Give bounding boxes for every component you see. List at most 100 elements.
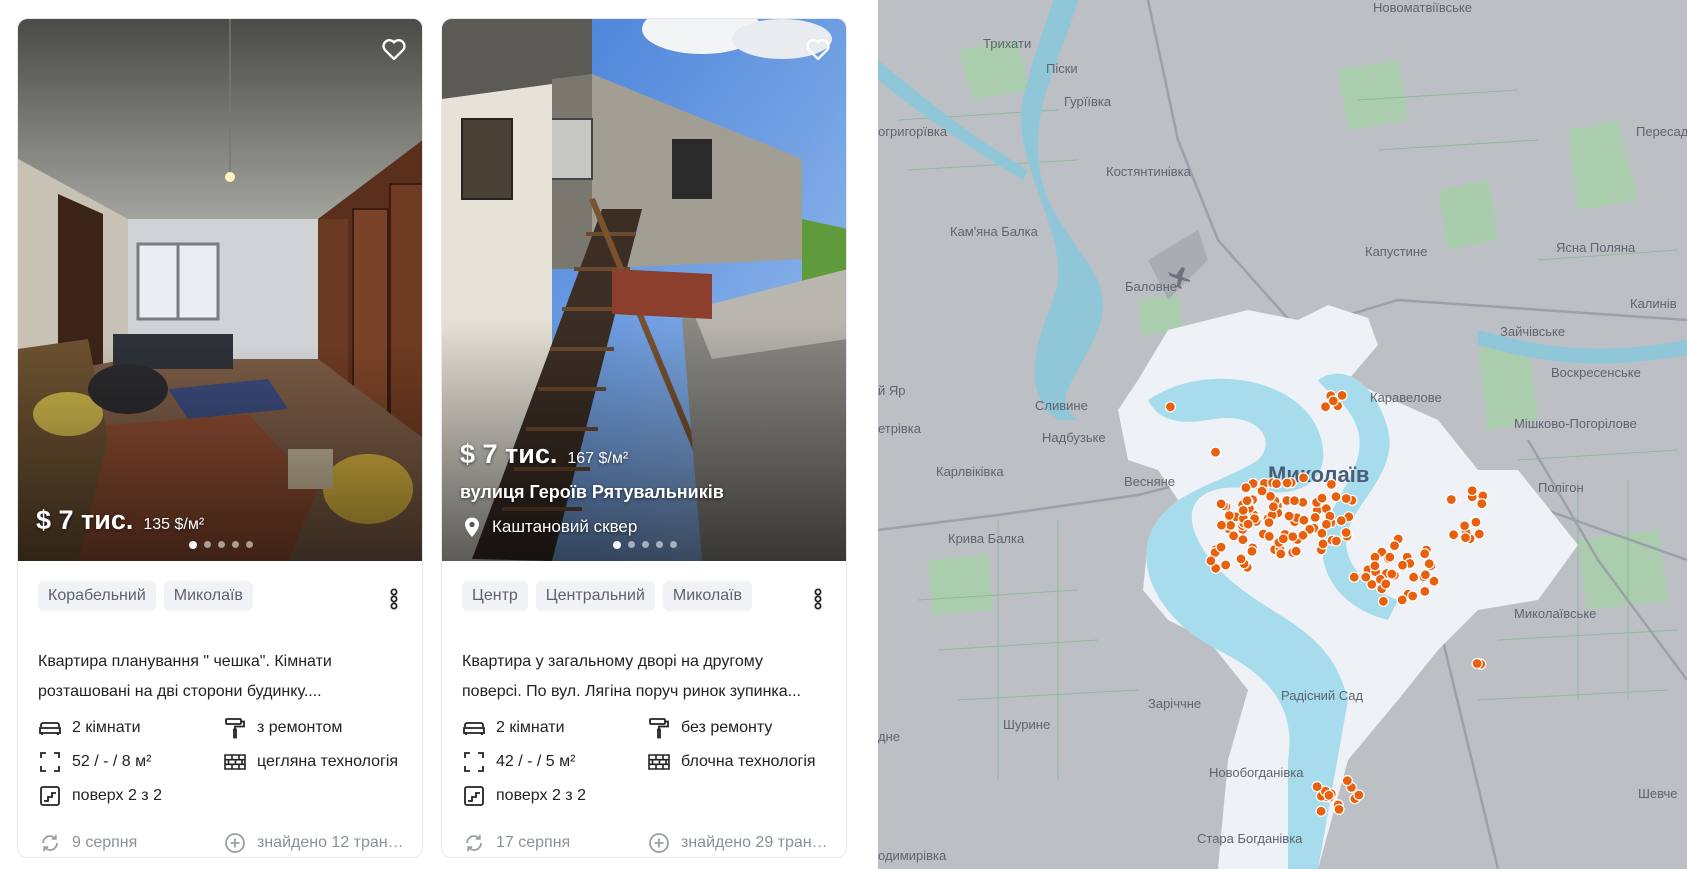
listing-marker[interactable]: [1470, 516, 1482, 528]
listing-marker[interactable]: [1336, 389, 1348, 401]
more-vertical-icon[interactable]: [808, 587, 828, 611]
listing-marker[interactable]: [1335, 515, 1347, 527]
listing-photo[interactable]: $ 7 тис. 135 $/м²: [18, 19, 422, 561]
listing-marker[interactable]: [1423, 558, 1435, 570]
listing-marker[interactable]: [1315, 805, 1327, 817]
listing-marker[interactable]: [1340, 492, 1352, 505]
listing-marker[interactable]: [1290, 545, 1302, 557]
listing-marker[interactable]: [1330, 491, 1342, 503]
listing-marker[interactable]: [1228, 530, 1240, 542]
listing-marker[interactable]: [1476, 498, 1488, 510]
listing-marker[interactable]: [1240, 482, 1252, 494]
listing-marker[interactable]: [1256, 485, 1268, 497]
photo-dot[interactable]: [656, 541, 663, 548]
listing-marker[interactable]: [1353, 789, 1365, 801]
listing-marker[interactable]: [1287, 530, 1299, 543]
listing-marker[interactable]: [1407, 590, 1419, 602]
listing-marker[interactable]: [1297, 529, 1309, 541]
listing-card[interactable]: $ 7 тис. 135 $/м² Корабельний Миколаїв К…: [17, 18, 423, 858]
listing-marker[interactable]: [1340, 526, 1352, 539]
listing-marker[interactable]: [1225, 519, 1237, 531]
listing-marker[interactable]: [1447, 529, 1460, 541]
photo-dot[interactable]: [232, 541, 239, 548]
found-transactions[interactable]: знайдено 29 транзакцій: [647, 831, 829, 855]
listing-marker[interactable]: [1237, 504, 1249, 516]
listing-marker[interactable]: [1281, 477, 1293, 489]
listing-marker[interactable]: [1215, 519, 1228, 531]
listing-marker[interactable]: [1384, 551, 1396, 563]
listing-marker[interactable]: [1309, 511, 1321, 524]
listing-photo[interactable]: $ 7 тис. 167 $/м² вулиця Героїв Рятуваль…: [442, 19, 846, 561]
listing-marker[interactable]: [1209, 446, 1222, 458]
listing-marker[interactable]: [1445, 493, 1457, 506]
listing-marker[interactable]: [1215, 541, 1227, 553]
listing-marker[interactable]: [1458, 520, 1471, 532]
map-view[interactable]: Новоматвіївське Трихати Піски Гурїївка о…: [878, 0, 1687, 869]
listing-marker[interactable]: [1327, 395, 1339, 407]
tag[interactable]: Центр: [462, 581, 528, 611]
listing-marker[interactable]: [1263, 530, 1275, 543]
photo-dot[interactable]: [613, 541, 621, 549]
listing-marker[interactable]: [1396, 559, 1409, 571]
listing-marker[interactable]: [1283, 510, 1295, 522]
listing-marker[interactable]: [1267, 501, 1279, 513]
listing-marker[interactable]: [1320, 518, 1332, 530]
listing-marker[interactable]: [1298, 514, 1310, 526]
listing-marker[interactable]: [1341, 774, 1353, 787]
listing-marker[interactable]: [1316, 492, 1328, 504]
listing-marker[interactable]: [1242, 518, 1254, 530]
listing-marker[interactable]: [1330, 535, 1342, 547]
listing-marker[interactable]: [1270, 478, 1283, 490]
heart-outline-icon[interactable]: [380, 35, 408, 63]
photo-dot[interactable]: [189, 541, 197, 549]
map-canvas[interactable]: Новоматвіївське Трихати Піски Гурїївка о…: [878, 0, 1687, 869]
listing-marker[interactable]: [1377, 595, 1389, 607]
found-transactions[interactable]: знайдено 12 транзакцій: [223, 831, 405, 855]
listing-marker[interactable]: [1380, 578, 1392, 590]
listing-marker[interactable]: [1407, 571, 1420, 583]
listing-marker[interactable]: [1311, 780, 1323, 793]
tag[interactable]: Центральний: [535, 581, 655, 611]
listing-marker[interactable]: [1419, 585, 1431, 598]
more-vertical-icon[interactable]: [384, 587, 404, 611]
photo-dot[interactable]: [218, 541, 225, 548]
listing-marker[interactable]: [1223, 509, 1235, 522]
listing-marker[interactable]: [1317, 538, 1329, 550]
photo-pagination[interactable]: [18, 541, 422, 549]
listing-marker[interactable]: [1471, 657, 1483, 670]
photo-dot[interactable]: [246, 541, 253, 548]
photo-dot[interactable]: [670, 541, 677, 548]
listing-marker[interactable]: [1235, 553, 1247, 565]
listing-marker[interactable]: [1333, 803, 1345, 816]
listing-marker[interactable]: [1237, 534, 1249, 546]
listing-marker[interactable]: [1360, 571, 1372, 583]
heart-outline-icon[interactable]: [804, 35, 832, 63]
listing-marker[interactable]: [1325, 478, 1337, 490]
listing-marker[interactable]: [1419, 548, 1431, 560]
listing-marker[interactable]: [1466, 485, 1478, 497]
listing-marker[interactable]: [1275, 548, 1287, 560]
listing-card[interactable]: $ 7 тис. 167 $/м² вулиця Героїв Рятуваль…: [441, 18, 847, 858]
listing-marker[interactable]: [1277, 533, 1289, 545]
photo-dot[interactable]: [642, 541, 649, 548]
listing-marker[interactable]: [1263, 516, 1275, 529]
tag[interactable]: Миколаїв: [662, 581, 753, 611]
photo-pagination[interactable]: [442, 541, 846, 549]
listing-marker[interactable]: [1386, 568, 1398, 580]
photo-dot[interactable]: [628, 541, 635, 548]
tag[interactable]: Корабельний: [38, 581, 156, 611]
listing-marker[interactable]: [1323, 789, 1335, 801]
listing-marker[interactable]: [1288, 495, 1301, 507]
listing-marker[interactable]: [1220, 559, 1232, 571]
tag[interactable]: Миколаїв: [163, 581, 253, 611]
listing-marker[interactable]: [1246, 545, 1258, 557]
listing-marker[interactable]: [1473, 528, 1485, 540]
listing-marker[interactable]: [1428, 575, 1440, 587]
listing-marker[interactable]: [1388, 539, 1401, 552]
listing-marker[interactable]: [1215, 498, 1227, 510]
listing-marker[interactable]: [1369, 560, 1381, 572]
listing-marker[interactable]: [1396, 594, 1408, 606]
listing-marker[interactable]: [1419, 569, 1432, 581]
listing-marker[interactable]: [1459, 531, 1472, 544]
listing-marker[interactable]: [1297, 472, 1310, 484]
